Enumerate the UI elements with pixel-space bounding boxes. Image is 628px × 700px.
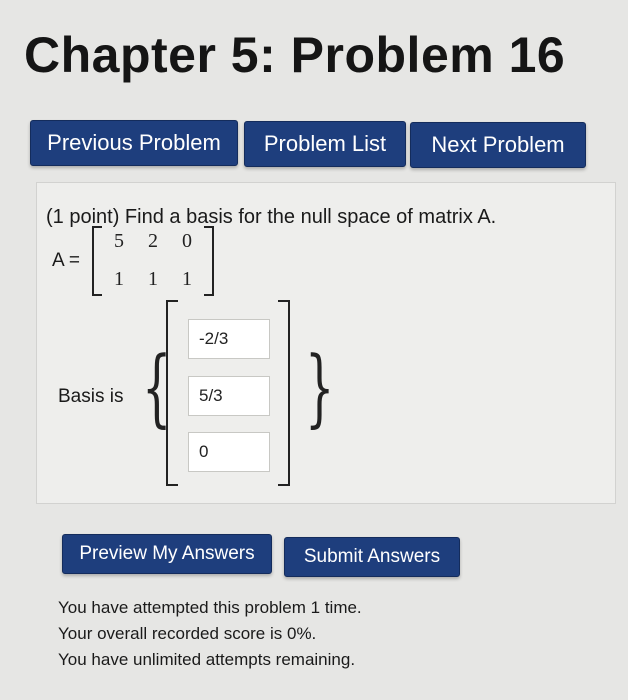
matrix-cell: 5 bbox=[114, 230, 124, 252]
preview-answers-button[interactable]: Preview My Answers bbox=[62, 534, 272, 574]
matrix-a: 5 2 0 1 1 1 bbox=[92, 226, 214, 296]
problem-list-button[interactable]: Problem List bbox=[244, 121, 406, 167]
attempts-message: You have attempted this problem 1 time. bbox=[58, 598, 362, 617]
submit-answers-button[interactable]: Submit Answers bbox=[284, 537, 460, 577]
matrix-cell: 1 bbox=[114, 268, 124, 290]
matrix-cell: 2 bbox=[148, 230, 158, 252]
matrix-cell: 1 bbox=[182, 268, 192, 290]
score-message: Your overall recorded score is 0%. bbox=[58, 624, 317, 643]
matrix-cell: 1 bbox=[148, 268, 158, 290]
basis-label: Basis is bbox=[58, 386, 124, 407]
remaining-attempts-message: You have unlimited attempts remaining. bbox=[58, 650, 356, 669]
answer-input-1[interactable] bbox=[188, 319, 270, 359]
page-title: Chapter 5: Problem 16 bbox=[24, 27, 566, 83]
answer-input-2[interactable] bbox=[188, 376, 270, 416]
answer-input-3[interactable] bbox=[188, 432, 270, 472]
matrix-right-bracket bbox=[204, 226, 214, 296]
matrix-cell: 0 bbox=[182, 230, 192, 252]
matrix-label: A = bbox=[52, 250, 80, 271]
next-problem-button[interactable]: Next Problem bbox=[410, 122, 586, 168]
previous-problem-button[interactable]: Previous Problem bbox=[30, 120, 238, 166]
close-brace: } bbox=[305, 338, 335, 436]
vector-left-bracket bbox=[166, 300, 178, 486]
vector-right-bracket bbox=[278, 300, 290, 486]
matrix-left-bracket bbox=[92, 226, 102, 296]
